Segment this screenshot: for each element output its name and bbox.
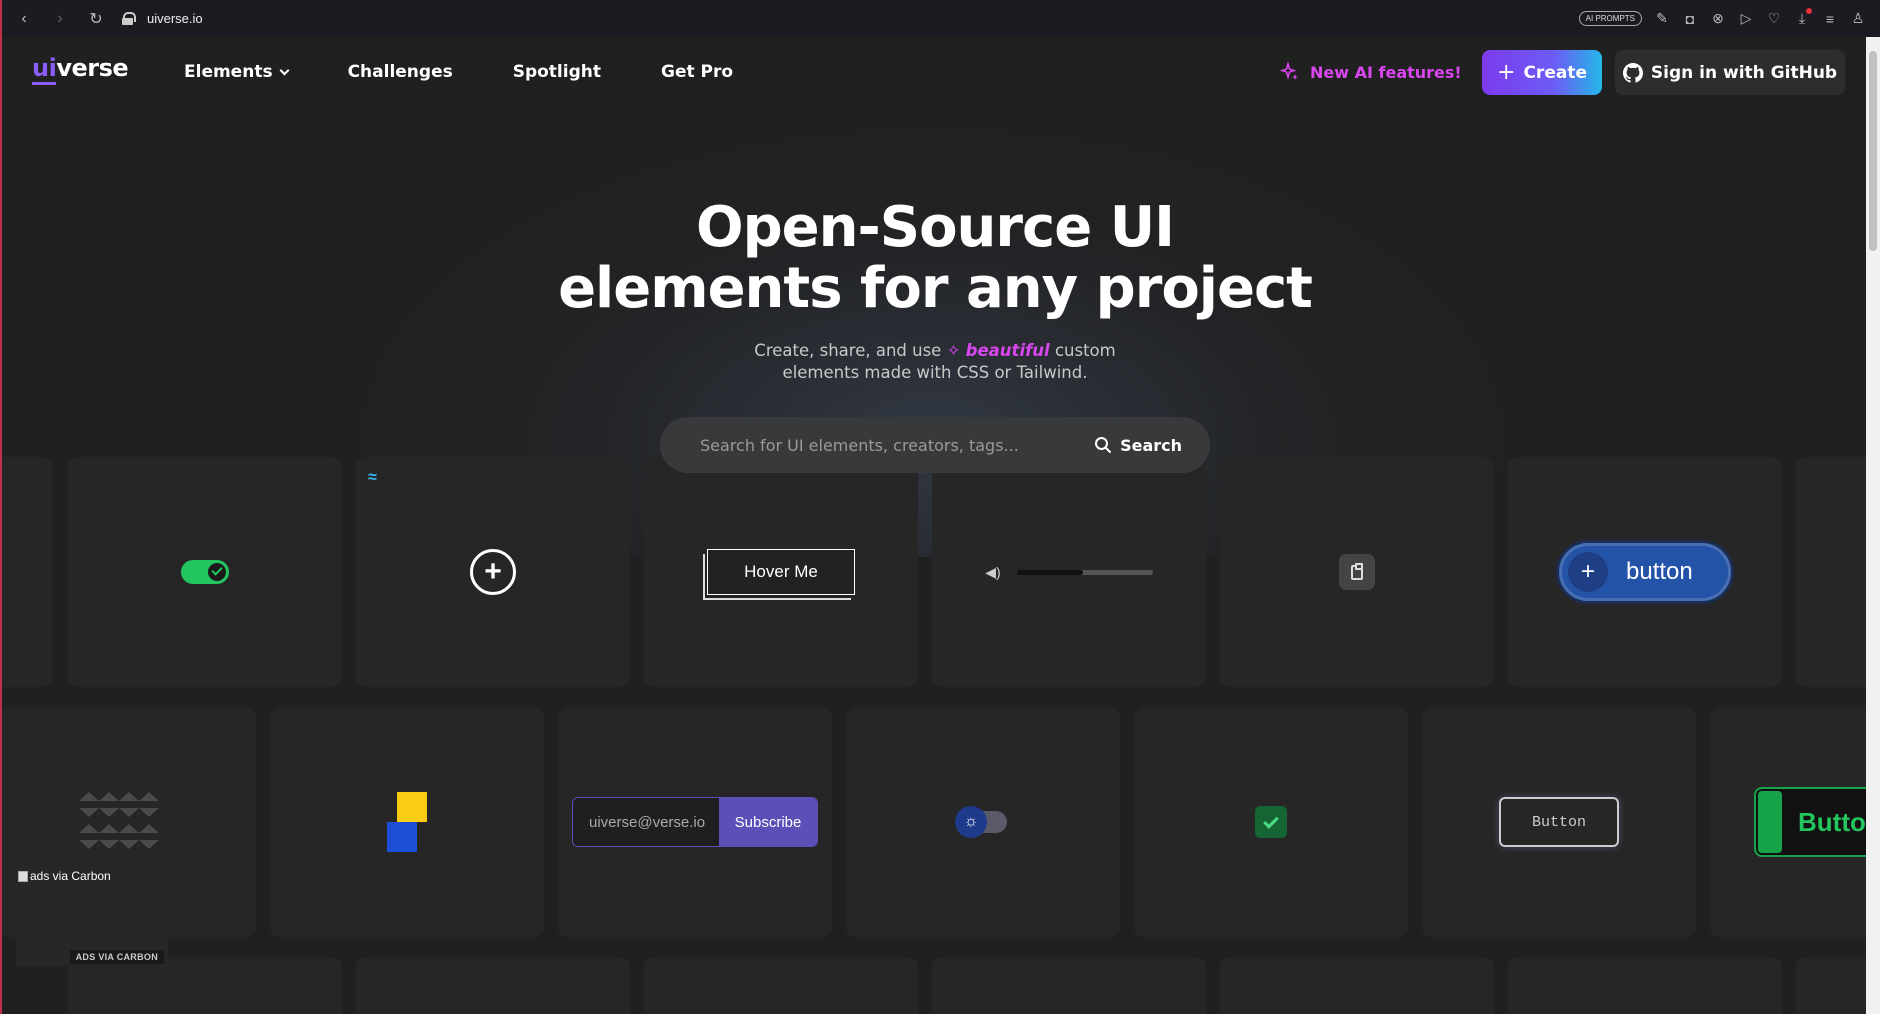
- page: uiverse Elements Challenges Spotlight Ge…: [0, 37, 1866, 1014]
- blue-add-button[interactable]: + button: [1559, 543, 1731, 601]
- scrollbar-thumb[interactable]: [1869, 51, 1877, 251]
- hero-subtitle: Create, share, and use ✧ beautiful custo…: [754, 341, 1116, 382]
- element-card-add[interactable]: ≈ +: [356, 457, 630, 687]
- nav-elements[interactable]: Elements: [184, 62, 290, 82]
- element-card[interactable]: [2, 457, 52, 687]
- check-icon: [211, 564, 223, 576]
- nav-get-pro[interactable]: Get Pro: [661, 62, 733, 82]
- element-card[interactable]: [1796, 957, 1866, 1014]
- outline-button[interactable]: Button: [1499, 797, 1619, 847]
- ad-image: ads via Carbon: [18, 869, 111, 883]
- subscribe-button[interactable]: Subscribe: [719, 798, 817, 846]
- tailwind-icon: ≈: [368, 469, 377, 486]
- element-card-theme[interactable]: ☼: [846, 707, 1120, 937]
- hero-title-line1: Open-Source UI: [695, 195, 1175, 260]
- triangle-pattern: [79, 789, 159, 855]
- element-card-clipboard[interactable]: [1220, 457, 1494, 687]
- download-icon[interactable]: ⤓: [1794, 7, 1812, 27]
- carbon-ad[interactable]: ads via Carbon ADS VIA CARBON: [16, 866, 168, 966]
- email-field[interactable]: uiverse@verse.io: [573, 798, 719, 846]
- nav-spotlight[interactable]: Spotlight: [513, 62, 601, 82]
- github-icon: [1622, 62, 1643, 83]
- sun-icon: ☼: [955, 806, 987, 838]
- element-card[interactable]: [644, 957, 918, 1014]
- nav-challenges[interactable]: Challenges: [348, 62, 453, 82]
- element-card[interactable]: [1220, 957, 1494, 1014]
- element-card-blue-button[interactable]: + button: [1508, 457, 1782, 687]
- element-card-subscribe[interactable]: uiverse@verse.io Subscribe: [558, 707, 832, 937]
- plus-icon: +: [1497, 60, 1516, 85]
- clipboard-icon[interactable]: [1339, 554, 1375, 590]
- element-card[interactable]: [1508, 957, 1782, 1014]
- squares-loader: [387, 792, 427, 852]
- volume-slider[interactable]: [1016, 569, 1153, 575]
- ads-via-carbon-label[interactable]: ADS VIA CARBON: [69, 950, 164, 964]
- toggle-switch[interactable]: [181, 560, 229, 584]
- browser-toolbar: ‹ › ↻ uiverse.io AI PROMPTS ✎ ◘ ⊗ ▷ ♡ ⤓ …: [0, 0, 1880, 37]
- camera-icon[interactable]: ◘: [1682, 11, 1698, 27]
- plus-icon: +: [1568, 552, 1608, 592]
- edit-icon[interactable]: ✎: [1654, 10, 1670, 27]
- element-card-green[interactable]: Button: [1710, 707, 1866, 937]
- site-header: uiverse Elements Challenges Spotlight Ge…: [2, 37, 1866, 107]
- hover-me-button[interactable]: Hover Me: [707, 549, 855, 595]
- checkbox[interactable]: [1255, 806, 1287, 838]
- sparkles-icon: [1280, 62, 1298, 80]
- element-card-outline[interactable]: Button: [1422, 707, 1696, 937]
- uiverse-logo[interactable]: uiverse: [32, 54, 129, 85]
- block-icon[interactable]: ⊗: [1710, 10, 1726, 27]
- element-card[interactable]: [932, 957, 1206, 1014]
- green-button[interactable]: Button: [1754, 787, 1866, 857]
- profile-icon[interactable]: ♙: [1850, 10, 1866, 27]
- element-card[interactable]: [1796, 457, 1866, 687]
- broken-image-icon: [18, 870, 28, 882]
- address-bar[interactable]: uiverse.io: [147, 11, 203, 26]
- element-card-checkbox[interactable]: [1134, 707, 1408, 937]
- element-card-squares[interactable]: [270, 707, 544, 937]
- menu-icon[interactable]: ≡: [1822, 11, 1838, 27]
- add-circle-icon[interactable]: +: [470, 549, 516, 595]
- search-bar[interactable]: Search for UI elements, creators, tags..…: [660, 417, 1210, 473]
- element-card[interactable]: [356, 957, 630, 1014]
- element-card-toggle[interactable]: [68, 457, 342, 687]
- forward-icon[interactable]: ›: [52, 10, 68, 28]
- heart-icon[interactable]: ♡: [1766, 10, 1782, 27]
- sparkle-icon: ✧: [946, 341, 961, 360]
- lock-icon: [122, 12, 136, 25]
- reload-icon[interactable]: ↻: [88, 9, 104, 29]
- element-card-volume[interactable]: ◀): [932, 457, 1206, 687]
- github-signin-button[interactable]: Sign in with GitHub: [1615, 50, 1845, 95]
- search-icon: [1095, 437, 1112, 453]
- subscribe-form: uiverse@verse.io Subscribe: [572, 797, 818, 847]
- ai-prompts-badge[interactable]: AI PROMPTS: [1578, 11, 1642, 26]
- send-icon[interactable]: ▷: [1738, 10, 1754, 27]
- create-button[interactable]: + Create: [1482, 50, 1602, 95]
- hero-title: Open-Source UI elements for any project: [2, 197, 1866, 319]
- scrollbar[interactable]: [1866, 37, 1880, 1014]
- search-button[interactable]: Search: [1094, 436, 1182, 455]
- chevron-down-icon: [279, 65, 290, 75]
- new-ai-features-link[interactable]: New AI features!: [1280, 62, 1462, 82]
- element-card-hover[interactable]: Hover Me: [644, 457, 918, 687]
- hero-title-line2: elements for any project: [558, 256, 1313, 321]
- theme-toggle[interactable]: ☼: [955, 806, 1007, 838]
- search-input[interactable]: Search for UI elements, creators, tags..…: [700, 436, 1094, 455]
- back-icon[interactable]: ‹: [16, 10, 32, 28]
- volume-icon: ◀): [985, 563, 1001, 580]
